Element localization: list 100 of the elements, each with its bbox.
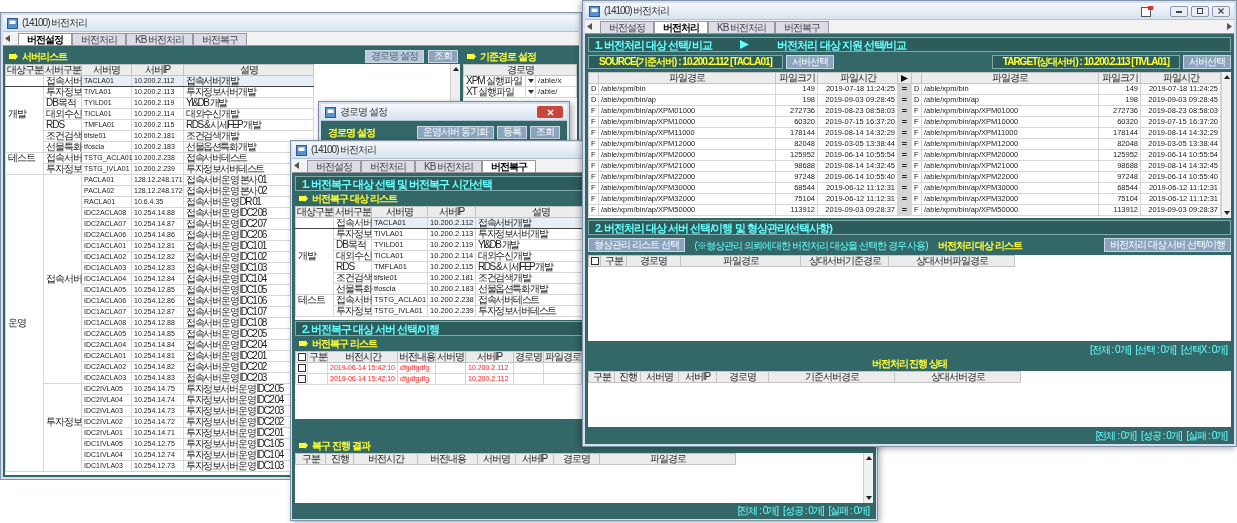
column-header: 서버IP — [427, 206, 476, 218]
scroll-left-icon[interactable] — [5, 35, 10, 42]
table-cell: 대외수신 — [43, 108, 82, 120]
table-cell: 접속서버 — [333, 217, 372, 229]
scroll-left-icon[interactable] — [294, 162, 299, 169]
pointer-icon — [9, 52, 18, 60]
target-server-label: TARGET(상대서버) : 10.200.2.113 [TIVLA01] — [991, 55, 1180, 69]
column-header: 파일크기 — [775, 72, 818, 84]
close-button[interactable] — [537, 106, 563, 118]
table-cell: = — [897, 116, 912, 128]
status-count: [성공 : 0개] — [783, 504, 824, 516]
table-cell: RDS — [333, 261, 372, 273]
app-icon — [325, 106, 336, 118]
scroll-up-icon[interactable] — [1222, 73, 1231, 81]
window-title: (14100) 버전처리 — [604, 5, 670, 17]
scroll-up-icon[interactable] — [864, 454, 874, 462]
close-button[interactable] — [1212, 5, 1230, 17]
dialog-heading: 경로명 설정 — [328, 126, 375, 138]
tab[interactable]: 버전설정 — [600, 21, 654, 33]
tab[interactable]: 버전복구 — [193, 33, 248, 45]
table-cell: 테스트 — [5, 152, 44, 164]
status-count: [선택X : 0개] — [1180, 343, 1227, 355]
scroll-up-icon[interactable] — [451, 65, 461, 73]
window-title: (14100) 버전처리 — [311, 144, 377, 156]
column-header: 버전시간 — [353, 453, 418, 465]
column-header: 버전내용 — [417, 453, 478, 465]
list-title: 버전복구 리스트 — [312, 338, 377, 349]
scroll-left-icon[interactable] — [587, 23, 592, 30]
status-count: [실패 : 0개] — [828, 504, 869, 516]
table-cell: DB목적 — [43, 97, 82, 109]
tab[interactable]: KB 버전처리 — [415, 160, 483, 172]
status-count: [성공 : 0개] — [1141, 429, 1182, 441]
column-header: 버전내용 — [397, 351, 436, 363]
column-header: 서버명 — [81, 64, 132, 76]
play-arrow-icon — [740, 40, 750, 49]
column-header: 경로명 — [626, 255, 681, 267]
table-cell: 투자정보 — [43, 86, 82, 98]
table-cell: 개발 — [5, 108, 44, 120]
app-icon — [7, 17, 18, 29]
column-header: 경로명 — [553, 453, 600, 465]
table-cell: 접속서버 — [333, 294, 372, 306]
table-cell: 조건검색 — [43, 130, 82, 142]
table-cell: 접속서버 — [43, 75, 82, 87]
column-header: 파일크기 — [1098, 72, 1141, 84]
maximize-button[interactable] — [1191, 5, 1209, 17]
table-cell: 테스트 — [295, 294, 334, 306]
close-icon — [1218, 8, 1224, 14]
scroll-down-icon[interactable] — [1222, 209, 1231, 217]
column-header: 파일경로 — [598, 72, 776, 84]
status-count: [전체 : 0개] — [737, 504, 779, 516]
source-server-label: SOURCE(기준서버) : 10.200.2.112 [TACLA01] — [588, 55, 783, 69]
table-cell: /able/x — [535, 75, 577, 87]
pointer-icon — [299, 442, 308, 449]
status-count: [전체 : 0개] — [1095, 429, 1137, 441]
tab[interactable]: 버전처리 — [72, 33, 126, 45]
tab[interactable]: KB 버전처리 — [708, 21, 776, 33]
checkbox[interactable] — [298, 364, 306, 372]
tab[interactable]: 버전복구 — [482, 160, 537, 172]
table-cell: 투자정보 — [333, 228, 372, 240]
table-cell: RDS & 시세FEP 개발 — [183, 119, 314, 131]
table-cell: 접속서버 — [43, 273, 82, 285]
table-cell: = — [897, 83, 912, 95]
column-header: 서버명 — [477, 453, 516, 465]
maximize-icon — [1197, 8, 1203, 14]
status-count: [선택 : 0개] — [1135, 343, 1176, 355]
table-cell: = — [897, 171, 912, 183]
list-title: 버전복구 대상 리스트 — [312, 193, 397, 204]
column-header: 진행 — [325, 453, 354, 465]
table-cell: 선물특화 — [333, 283, 372, 295]
table-cell: = — [897, 182, 912, 194]
checkbox[interactable] — [298, 375, 306, 383]
tab[interactable]: 버전처리 — [654, 21, 708, 33]
column-header: 기준서버경로 — [768, 371, 895, 383]
column-header: 경로명 — [716, 371, 769, 383]
table-cell: XPM 실행파일 — [463, 75, 526, 87]
column-header: 서버구분 — [43, 64, 82, 76]
tab[interactable]: KB 버전처리 — [126, 33, 194, 45]
scroll-down-icon[interactable] — [864, 494, 874, 502]
table-cell: 선물특화 — [43, 141, 82, 153]
dropdown-caret-icon[interactable] — [528, 79, 534, 83]
tab[interactable]: 버전복구 — [775, 21, 830, 33]
tab[interactable]: 버전처리 — [361, 160, 415, 172]
list-title: 복구 진행 결과 — [312, 440, 370, 451]
play-arrow-icon[interactable] — [901, 74, 908, 82]
tab[interactable]: 버전설정 — [307, 160, 361, 172]
column-header: 파일경로 — [599, 453, 736, 465]
column-header: 상대서버파일경로 — [888, 255, 1015, 267]
table-cell: = — [897, 160, 912, 172]
window-icon[interactable] — [1141, 5, 1153, 17]
table-cell: 투자정보 — [43, 163, 82, 175]
tab[interactable]: 버전설정 — [18, 33, 72, 45]
section-header: 2. 버전처리 대상 서버 선택/이행 및 형상관리(선택사항) — [588, 220, 1231, 235]
column-header: 구분 — [307, 351, 328, 363]
minimize-button[interactable] — [1170, 5, 1188, 17]
scroll-right-icon[interactable] — [1227, 23, 1232, 30]
table-cell: = — [897, 149, 912, 161]
column-header: 서버명 — [371, 206, 428, 218]
pointer-icon — [467, 52, 476, 60]
dropdown-caret-icon[interactable] — [528, 90, 534, 94]
table-cell: = — [897, 127, 912, 139]
